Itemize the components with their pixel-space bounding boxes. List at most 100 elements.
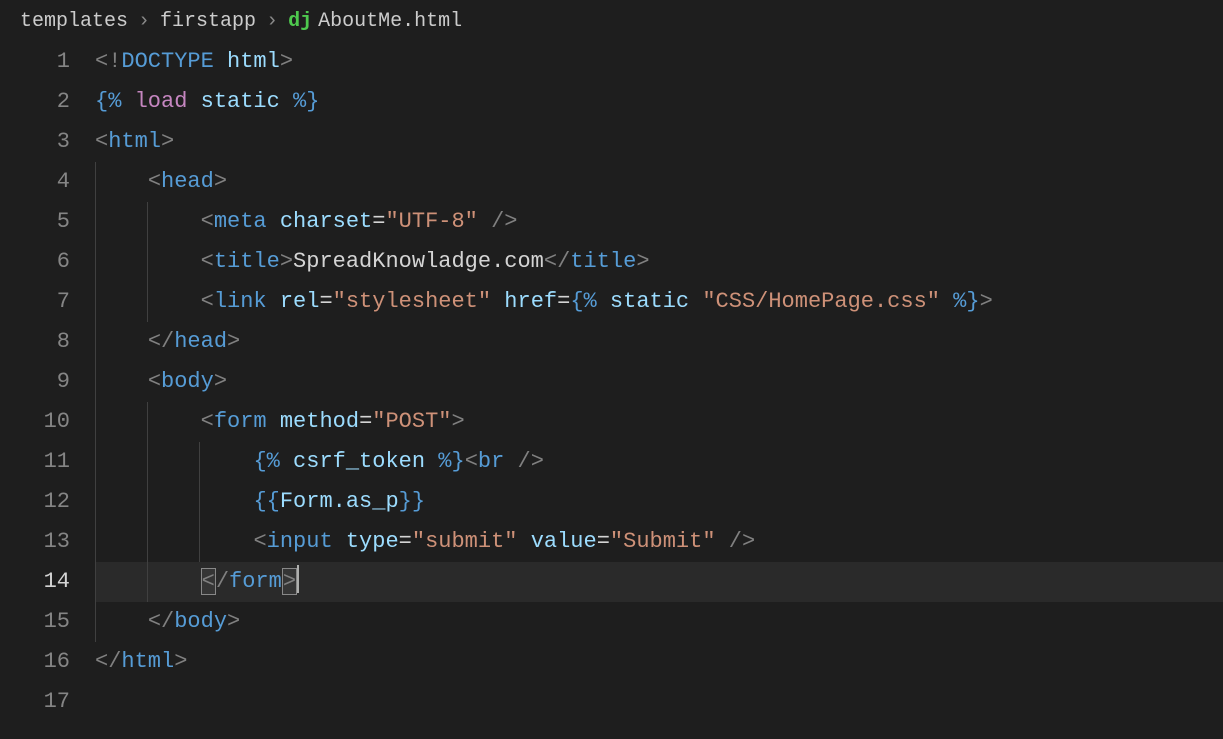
code-token: =	[372, 209, 385, 234]
code-token	[333, 529, 346, 554]
code-token: >	[282, 568, 297, 595]
code-token: >	[451, 409, 464, 434]
code-line[interactable]: {% csrf_token %}<br />	[95, 442, 1223, 482]
line-number[interactable]: 14	[0, 562, 70, 602]
code-line[interactable]: </head>	[95, 322, 1223, 362]
code-token: SpreadKnowladge.com	[293, 249, 544, 274]
line-number[interactable]: 16	[0, 642, 70, 682]
code-token	[267, 289, 280, 314]
breadcrumb-seg-filename[interactable]: AboutMe.html	[318, 10, 462, 33]
code-area[interactable]: <!DOCTYPE html> {% load static %} <html>…	[95, 42, 1223, 722]
code-editor[interactable]: 1 2 3 4 5 6 7 8 9 10 11 12 13 14 15 16 1…	[0, 42, 1223, 722]
code-token: static	[610, 289, 689, 314]
code-token: }}	[399, 489, 425, 514]
line-number[interactable]: 17	[0, 682, 70, 722]
code-token: </	[148, 329, 174, 354]
code-token: rel	[280, 289, 320, 314]
code-token: >	[214, 169, 227, 194]
code-token	[491, 289, 504, 314]
code-token: "POST"	[372, 409, 451, 434]
code-token: {%	[253, 449, 293, 474]
code-token: title	[570, 249, 636, 274]
code-token: meta	[214, 209, 267, 234]
code-token: href	[504, 289, 557, 314]
code-token: csrf_token	[293, 449, 425, 474]
code-token: <!	[95, 49, 121, 74]
code-token: <	[201, 409, 214, 434]
breadcrumb-seg-templates[interactable]: templates	[20, 10, 128, 33]
code-line[interactable]: {{Form.as_p}}	[95, 482, 1223, 522]
code-token: >	[280, 249, 293, 274]
code-token: <	[95, 129, 108, 154]
code-line[interactable]: <meta charset="UTF-8" />	[95, 202, 1223, 242]
code-line[interactable]: <html>	[95, 122, 1223, 162]
code-token: "stylesheet"	[333, 289, 491, 314]
code-line[interactable]: </body>	[95, 602, 1223, 642]
line-number[interactable]: 1	[0, 42, 70, 82]
line-number[interactable]: 4	[0, 162, 70, 202]
code-line[interactable]: <form method="POST">	[95, 402, 1223, 442]
line-number[interactable]: 8	[0, 322, 70, 362]
code-token: form	[214, 409, 267, 434]
code-token: <	[201, 209, 214, 234]
code-token: >	[227, 329, 240, 354]
code-line[interactable]: </html>	[95, 642, 1223, 682]
code-token: >	[636, 249, 649, 274]
code-token: form	[229, 569, 282, 594]
line-number[interactable]: 7	[0, 282, 70, 322]
code-token: body	[161, 369, 214, 394]
code-token: br	[478, 449, 504, 474]
line-number[interactable]: 5	[0, 202, 70, 242]
code-token: >	[214, 369, 227, 394]
code-token: method	[280, 409, 359, 434]
code-token: <	[148, 369, 161, 394]
line-number[interactable]: 10	[0, 402, 70, 442]
line-number[interactable]: 6	[0, 242, 70, 282]
line-number[interactable]: 3	[0, 122, 70, 162]
code-token	[267, 409, 280, 434]
chevron-right-icon: ›	[138, 10, 150, 33]
code-token: =	[399, 529, 412, 554]
code-token: html	[121, 649, 174, 674]
code-token: <	[465, 449, 478, 474]
code-line[interactable]: {% load static %}	[95, 82, 1223, 122]
code-token: {%	[570, 289, 610, 314]
code-line[interactable]	[95, 682, 1223, 722]
code-token: link	[214, 289, 267, 314]
code-line[interactable]: <title>SpreadKnowladge.com</title>	[95, 242, 1223, 282]
breadcrumb: templates › firstapp › dj AboutMe.html	[0, 0, 1223, 42]
django-file-icon: dj	[288, 10, 312, 33]
line-number[interactable]: 2	[0, 82, 70, 122]
line-number-gutter: 1 2 3 4 5 6 7 8 9 10 11 12 13 14 15 16 1…	[0, 42, 95, 722]
chevron-right-icon: ›	[266, 10, 278, 33]
code-token: <	[253, 529, 266, 554]
code-token: head	[161, 169, 214, 194]
code-token: input	[267, 529, 333, 554]
line-number[interactable]: 11	[0, 442, 70, 482]
code-token	[187, 89, 200, 114]
code-token: >	[980, 289, 993, 314]
code-token: <	[201, 568, 216, 595]
code-token: {%	[95, 89, 135, 114]
code-token: %}	[425, 449, 465, 474]
code-token	[689, 289, 702, 314]
code-token: body	[174, 609, 227, 634]
line-number[interactable]: 15	[0, 602, 70, 642]
code-token: "Submit"	[610, 529, 716, 554]
code-line[interactable]: <!DOCTYPE html>	[95, 42, 1223, 82]
code-line[interactable]: <head>	[95, 162, 1223, 202]
code-line[interactable]: <link rel="stylesheet" href={% static "C…	[95, 282, 1223, 322]
code-token: title	[214, 249, 280, 274]
code-line[interactable]: <body>	[95, 362, 1223, 402]
code-line[interactable]: </form>	[95, 562, 1223, 602]
code-token: {{	[253, 489, 279, 514]
code-token: =	[597, 529, 610, 554]
breadcrumb-seg-firstapp[interactable]: firstapp	[160, 10, 256, 33]
line-number[interactable]: 12	[0, 482, 70, 522]
line-number[interactable]: 13	[0, 522, 70, 562]
code-token: Form.as_p	[280, 489, 399, 514]
code-token: load	[135, 89, 188, 114]
code-token: <	[201, 289, 214, 314]
code-line[interactable]: <input type="submit" value="Submit" />	[95, 522, 1223, 562]
line-number[interactable]: 9	[0, 362, 70, 402]
